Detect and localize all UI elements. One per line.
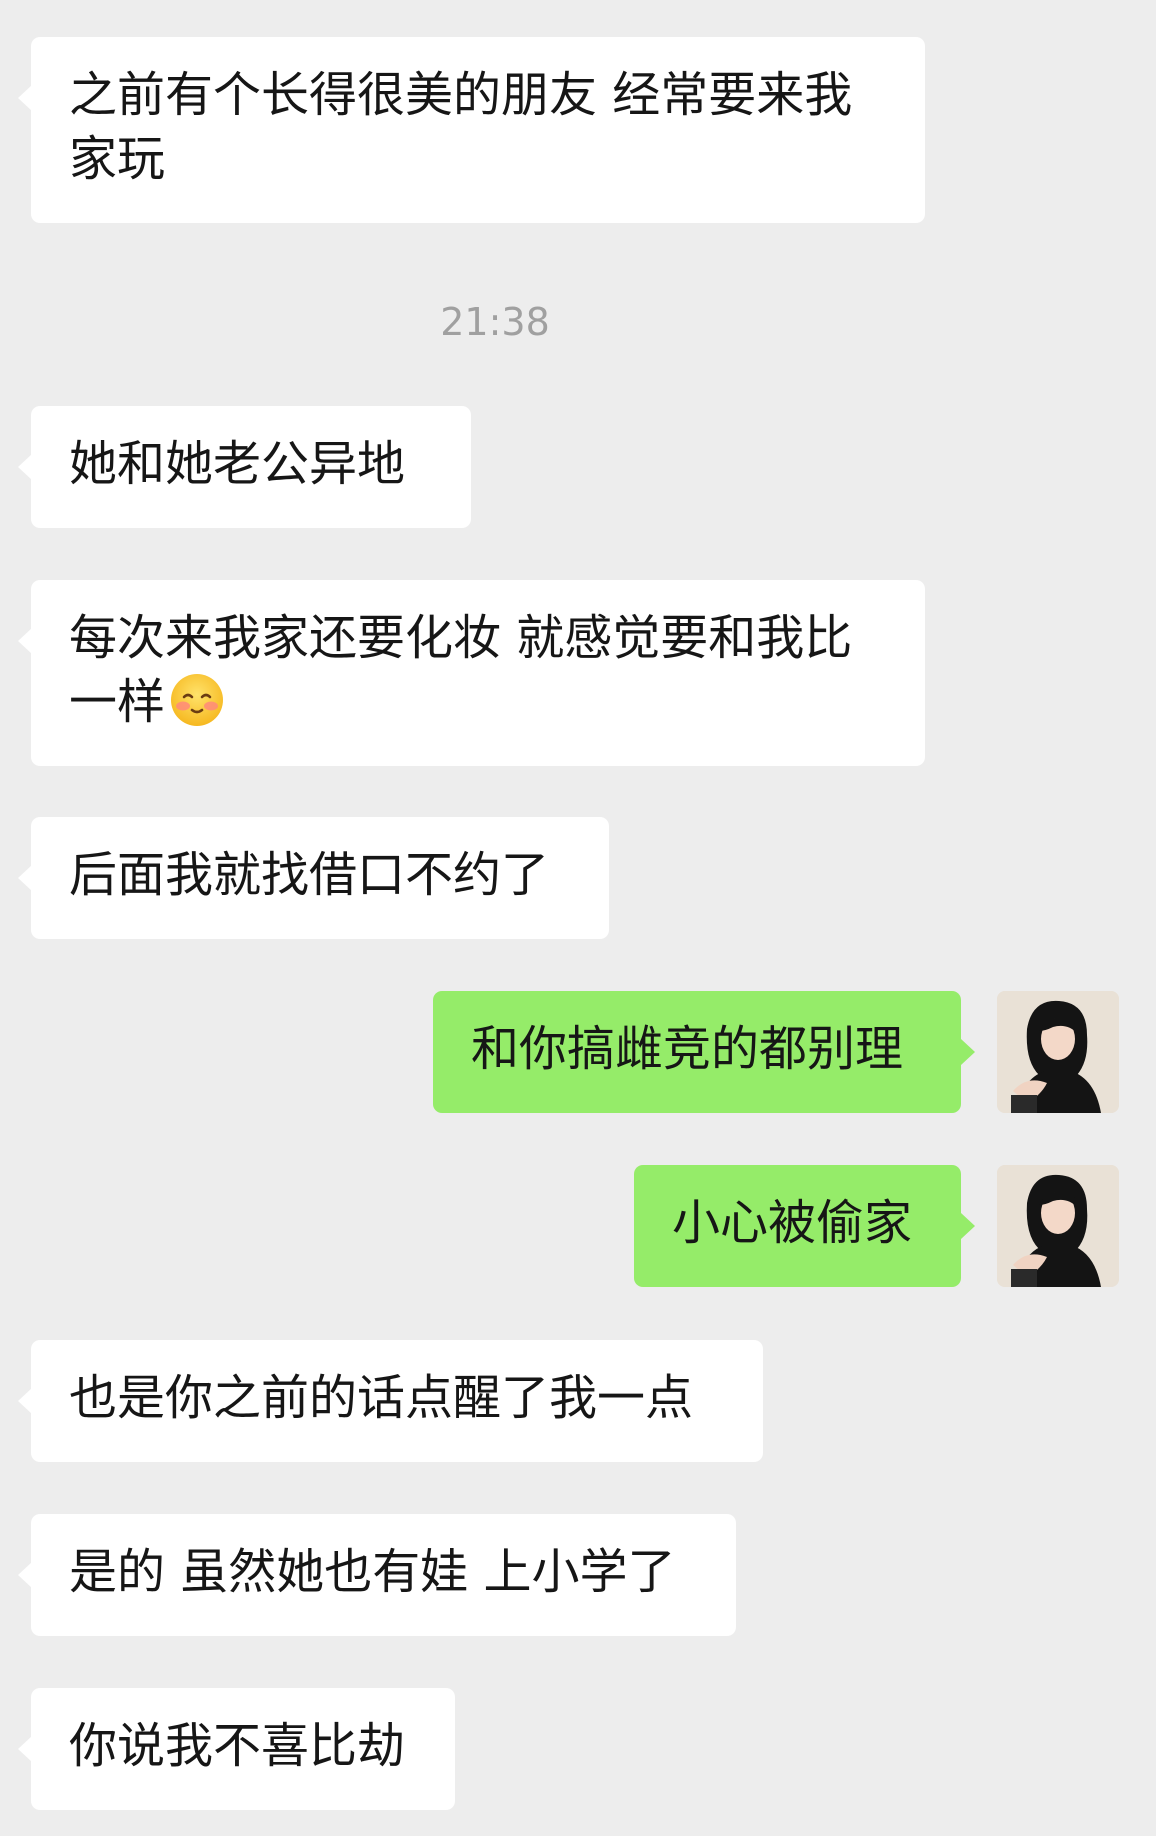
message-bubble-outgoing[interactable]: 小心被偷家	[634, 1165, 975, 1287]
message-text: 你说我不喜比劫	[69, 1718, 406, 1774]
bubble-tail	[961, 1213, 975, 1239]
bubble-tail	[18, 1562, 32, 1588]
message-bubble-incoming[interactable]: 也是你之前的话点醒了我一点	[18, 1340, 763, 1462]
bubble-tail	[18, 865, 32, 891]
bubble-tail	[18, 1388, 32, 1414]
message-text: 和你搞雌竞的都别理	[471, 1021, 904, 1077]
chat-area: 之前有个长得很美的朋友 经常要来我家玩 21:38 她和她老公异地 每次来我家还…	[0, 0, 1156, 1836]
bubble-tail	[18, 1736, 32, 1762]
portrait-avatar-image	[997, 991, 1119, 1113]
user-avatar[interactable]	[997, 991, 1119, 1113]
bubble-tail	[961, 1039, 975, 1065]
message-text: 小心被偷家	[672, 1195, 913, 1251]
message-bubble-outgoing[interactable]: 和你搞雌竞的都别理	[433, 991, 975, 1113]
message-bubble-incoming[interactable]: 是的 虽然她也有娃 上小学了	[18, 1514, 736, 1636]
message-text: 之前有个长得很美的朋友 经常要来我家玩	[69, 67, 853, 187]
message-bubble-incoming[interactable]: 每次来我家还要化妆 就感觉要和我比一样	[18, 580, 925, 766]
portrait-avatar-image	[997, 1165, 1119, 1287]
message-bubble-incoming[interactable]: 后面我就找借口不约了	[18, 817, 609, 939]
message-text: 后面我就找借口不约了	[69, 847, 550, 903]
message-bubble-incoming[interactable]: 你说我不喜比劫	[18, 1688, 455, 1810]
bubble-tail	[18, 85, 32, 111]
user-avatar[interactable]	[997, 1165, 1119, 1287]
message-text: 她和她老公异地	[69, 436, 406, 492]
message-text: 也是你之前的话点醒了我一点	[69, 1370, 694, 1426]
bubble-tail	[18, 454, 32, 480]
message-bubble-incoming[interactable]: 她和她老公异地	[18, 406, 471, 528]
message-text: 是的 虽然她也有娃 上小学了	[69, 1544, 676, 1600]
blushing-smile-emoji-icon	[171, 674, 224, 726]
bubble-tail	[18, 628, 32, 654]
message-bubble-incoming[interactable]: 之前有个长得很美的朋友 经常要来我家玩	[18, 37, 925, 223]
message-timestamp: 21:38	[440, 300, 550, 344]
